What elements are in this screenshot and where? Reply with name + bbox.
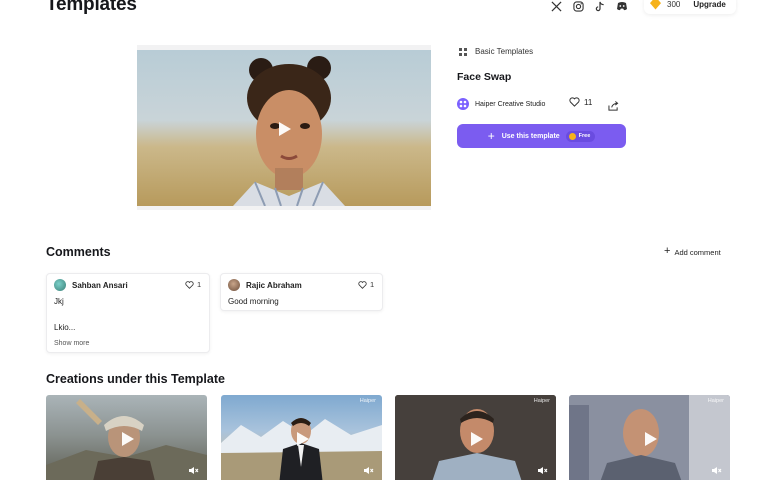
comment-card: Sahban Ansari 1 Jkj Lkio... Show more: [46, 273, 210, 353]
use-template-button[interactable]: + Use this template Free: [457, 124, 626, 148]
play-icon[interactable]: [471, 432, 483, 446]
free-badge: Free: [565, 130, 596, 142]
like-count: 11: [584, 97, 593, 107]
x-icon[interactable]: [550, 0, 562, 12]
comment-like-button[interactable]: 1: [185, 280, 201, 289]
gem-icon: [650, 0, 661, 10]
like-button[interactable]: 11: [569, 97, 592, 107]
plus-icon: +: [664, 245, 671, 257]
creation-thumbnail[interactable]: Haiper: [569, 395, 730, 480]
creation-thumbnail[interactable]: Haiper: [221, 395, 382, 480]
comment-author: Sahban Ansari: [54, 279, 128, 291]
mute-icon[interactable]: [363, 466, 374, 475]
template-video-frame: [137, 45, 431, 210]
heart-icon: [358, 280, 367, 289]
haiper-watermark: Haiper: [359, 398, 376, 404]
heart-icon: [569, 97, 580, 107]
comment-author: Rajic Abraham: [228, 279, 302, 291]
comment-text: Good morning: [228, 297, 279, 306]
show-more-link[interactable]: Show more: [54, 340, 89, 347]
use-template-label: Use this template: [501, 132, 560, 140]
share-icon: [608, 101, 619, 111]
instagram-icon[interactable]: [572, 0, 584, 12]
mute-icon[interactable]: [537, 466, 548, 475]
tiktok-icon[interactable]: [594, 0, 606, 12]
creation-thumbnail[interactable]: Haiper: [395, 395, 556, 480]
add-comment-button[interactable]: + Add comment: [664, 245, 721, 257]
comment-author-name: Rajic Abraham: [246, 280, 302, 290]
comment-like-count: 1: [197, 280, 202, 289]
credits-box: 300 Upgrade: [644, 0, 736, 14]
share-button[interactable]: [608, 98, 619, 116]
comment-text: Lkio...: [54, 323, 76, 332]
add-comment-label: Add comment: [674, 247, 721, 257]
comment-like-count: 1: [370, 280, 375, 289]
heart-icon: [185, 280, 194, 289]
avatar: [228, 279, 240, 291]
play-icon[interactable]: [279, 122, 291, 136]
play-icon[interactable]: [297, 432, 309, 446]
discord-icon[interactable]: [615, 0, 628, 12]
creations-heading: Creations under this Template: [46, 372, 225, 386]
mute-icon[interactable]: [188, 466, 199, 475]
haiper-watermark: Haiper: [707, 398, 724, 404]
comment-author-name: Sahban Ansari: [72, 280, 128, 290]
free-label: Free: [578, 133, 591, 139]
creation-thumbnail[interactable]: [46, 395, 207, 480]
comment-like-button[interactable]: 1: [358, 280, 374, 289]
plus-icon: +: [487, 128, 495, 143]
avatar: [54, 279, 66, 291]
haiper-watermark: Haiper: [533, 398, 550, 404]
coin-icon: [568, 132, 576, 140]
comment-card: Rajic Abraham 1 Good morning: [220, 273, 383, 311]
play-icon[interactable]: [122, 432, 134, 446]
mute-icon[interactable]: [711, 466, 722, 475]
play-icon[interactable]: [645, 432, 657, 446]
template-grid-icon: [459, 47, 467, 56]
creator-name: Haiper Creative Studio: [475, 100, 546, 108]
credits-count: 300: [667, 0, 681, 9]
creator-link[interactable]: Haiper Creative Studio: [457, 98, 545, 110]
template-video[interactable]: [137, 50, 431, 206]
page-title: Templates: [46, 0, 137, 15]
upgrade-button[interactable]: Upgrade: [693, 0, 725, 9]
comments-heading: Comments: [46, 245, 111, 259]
template-name: Face Swap: [457, 71, 512, 83]
comment-text: Jkj: [54, 297, 64, 306]
creator-logo-icon: [457, 98, 469, 110]
category-breadcrumb[interactable]: Basic Templates: [459, 47, 533, 56]
category-label: Basic Templates: [475, 47, 534, 56]
